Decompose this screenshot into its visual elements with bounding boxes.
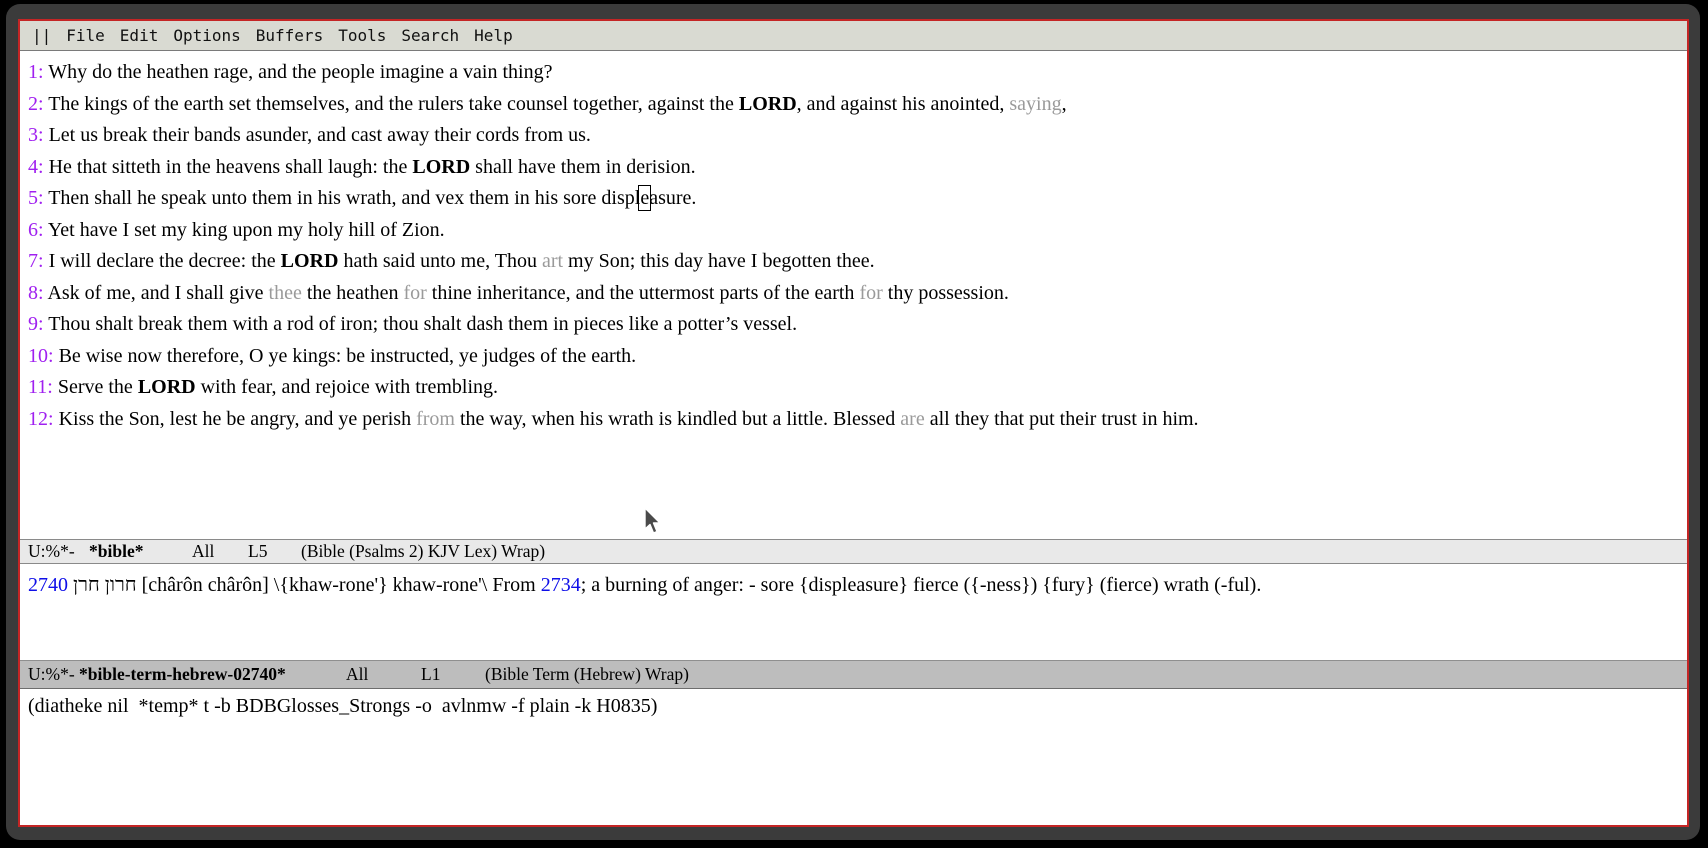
modeline-flags: U:%*- bbox=[28, 664, 79, 685]
menu-item-tools[interactable]: Tools bbox=[338, 26, 386, 45]
verse-line: 7: I will declare the decree: the LORD h… bbox=[28, 246, 1687, 278]
modeline-modes[interactable]: (Bible (Psalms 2) KJV Lex) Wrap) bbox=[301, 541, 545, 562]
menu-item-buffers[interactable]: Buffers bbox=[256, 26, 323, 45]
text-cursor: e bbox=[640, 187, 649, 209]
strongs-number-link[interactable]: 2734 bbox=[541, 574, 581, 596]
modeline-buffer-name[interactable]: *bible-term-hebrew-02740* bbox=[79, 664, 346, 685]
verse-number: 12: bbox=[28, 408, 59, 430]
text-segment: asure. bbox=[649, 187, 696, 209]
modeline-lexicon[interactable]: U:%*- *bible-term-hebrew-02740* All L1 (… bbox=[20, 660, 1687, 689]
verse-line: 9: Thou shalt break them with a rod of i… bbox=[28, 309, 1687, 341]
text-segment: Thou shalt break them with a rod of iron… bbox=[48, 313, 797, 335]
verse-number: 1: bbox=[28, 61, 48, 83]
text-segment: saying bbox=[1009, 93, 1061, 115]
verse-number: 11: bbox=[28, 376, 58, 398]
verse-number: 6: bbox=[28, 219, 48, 241]
text-segment: Why do the heathen rage, and the people … bbox=[48, 61, 552, 83]
text-segment: Ask of me, and I shall give bbox=[47, 282, 268, 304]
text-segment: from bbox=[416, 408, 455, 430]
verse-line: 8: Ask of me, and I shall give thee the … bbox=[28, 278, 1687, 310]
text-segment: , bbox=[1062, 93, 1067, 115]
menu-item-search[interactable]: Search bbox=[401, 26, 459, 45]
window-chrome: ||FileEditOptionsBuffersToolsSearchHelp … bbox=[6, 4, 1700, 840]
text-segment: Let us break their bands asunder, and ca… bbox=[49, 124, 591, 146]
verse-line: 1: Why do the heathen rage, and the peop… bbox=[28, 57, 1687, 89]
modeline-line-number: L1 bbox=[421, 664, 485, 685]
modeline-bible[interactable]: U:%*- *bible* All L5 (Bible (Psalms 2) K… bbox=[20, 539, 1687, 564]
verse-line: 3: Let us break their bands asunder, and… bbox=[28, 120, 1687, 152]
hebrew-word: חרון חרן bbox=[68, 574, 142, 596]
verse-number: 3: bbox=[28, 124, 49, 146]
text-segment: the way, when his wrath is kindled but a… bbox=[455, 408, 900, 430]
text-segment: my Son; this day have I begotten thee. bbox=[563, 250, 875, 272]
modeline-position: All bbox=[346, 664, 421, 685]
text-segment: , and against his anointed, bbox=[797, 93, 1010, 115]
verse-number: 8: bbox=[28, 282, 47, 304]
modeline-modes[interactable]: (Bible Term (Hebrew) Wrap) bbox=[485, 664, 689, 685]
echo-area[interactable]: (diatheke nil *temp* t -b BDBGlosses_Str… bbox=[20, 689, 1687, 825]
verse-number: 5: bbox=[28, 187, 48, 209]
text-segment: [chârôn chârôn] \{khaw-rone'} khaw-rone'… bbox=[142, 574, 541, 596]
text-segment: Then shall he speak unto them in his wra… bbox=[48, 187, 640, 209]
menu-item-help[interactable]: Help bbox=[474, 26, 513, 45]
text-segment: Be wise now therefore, O ye kings: be in… bbox=[59, 345, 637, 367]
menu-item-edit[interactable]: Edit bbox=[120, 26, 159, 45]
verse-number: 2: bbox=[28, 93, 48, 115]
verse-number: 10: bbox=[28, 345, 59, 367]
text-segment: the heathen bbox=[302, 282, 404, 304]
bible-buffer[interactable]: 1: Why do the heathen rage, and the peop… bbox=[20, 51, 1687, 539]
menu-bar[interactable]: || File Edit Options Buffers Tools Search Help bbox=[20, 21, 1687, 51]
text-segment: thy possession. bbox=[883, 282, 1009, 304]
text-segment: Kiss the Son, lest he be angry, and ye p… bbox=[59, 408, 417, 430]
menu-item-options[interactable]: Options bbox=[173, 26, 240, 45]
verse-line: 4: He that sitteth in the heavens shall … bbox=[28, 152, 1687, 184]
menu-item-[interactable]: || bbox=[32, 26, 51, 45]
text-segment: art bbox=[542, 250, 563, 272]
text-segment: He that sitteth in the heavens shall lau… bbox=[49, 156, 413, 178]
modeline-flags: U:%*- bbox=[28, 541, 89, 562]
text-segment: LORD bbox=[281, 250, 339, 272]
text-segment: LORD bbox=[412, 156, 470, 178]
verse-line: 10: Be wise now therefore, O ye kings: b… bbox=[28, 341, 1687, 373]
text-segment: I will declare the decree: the bbox=[49, 250, 281, 272]
text-segment: shall have them in derision. bbox=[470, 156, 696, 178]
verse-line: 2: The kings of the earth set themselves… bbox=[28, 89, 1687, 121]
text-segment: thine inheritance, and the uttermost par… bbox=[427, 282, 860, 304]
verse-line: 12: Kiss the Son, lest he be angry, and … bbox=[28, 404, 1687, 436]
text-segment: hath said unto me, Thou bbox=[338, 250, 542, 272]
text-segment: LORD bbox=[138, 376, 196, 398]
verse-line: 5: Then shall he speak unto them in his … bbox=[28, 183, 1687, 215]
verse-number: 4: bbox=[28, 156, 49, 178]
emacs-frame: ||FileEditOptionsBuffersToolsSearchHelp … bbox=[18, 19, 1689, 827]
text-segment: thee bbox=[269, 282, 302, 304]
strongs-number-link[interactable]: 2740 bbox=[28, 574, 68, 596]
verse-line: 11: Serve the LORD with fear, and rejoic… bbox=[28, 372, 1687, 404]
modeline-position: All bbox=[192, 541, 248, 562]
text-segment: ; a burning of anger: - sore {displeasur… bbox=[581, 574, 1262, 596]
modeline-buffer-name[interactable]: *bible* bbox=[89, 541, 192, 562]
modeline-line-number: L5 bbox=[248, 541, 301, 562]
lexicon-buffer[interactable]: 2740 חרון חרן [chârôn chârôn] \{khaw-ron… bbox=[20, 564, 1687, 660]
text-segment: The kings of the earth set themselves, a… bbox=[48, 93, 739, 115]
lexicon-entry: 2740 חרון חרן [chârôn chârôn] \{khaw-ron… bbox=[28, 570, 1687, 600]
verse-line: 6: Yet have I set my king upon my holy h… bbox=[28, 215, 1687, 247]
verse-number: 7: bbox=[28, 250, 49, 272]
text-segment: are bbox=[900, 408, 924, 430]
text-segment: all they that put their trust in him. bbox=[925, 408, 1199, 430]
menu-item-file[interactable]: File bbox=[66, 26, 105, 45]
text-segment: Yet have I set my king upon my holy hill… bbox=[48, 219, 445, 241]
verse-number: 9: bbox=[28, 313, 48, 335]
text-segment: for bbox=[403, 282, 426, 304]
text-segment: Serve the bbox=[58, 376, 138, 398]
text-segment: for bbox=[859, 282, 882, 304]
text-segment: with fear, and rejoice with trembling. bbox=[196, 376, 498, 398]
text-segment: LORD bbox=[739, 93, 797, 115]
